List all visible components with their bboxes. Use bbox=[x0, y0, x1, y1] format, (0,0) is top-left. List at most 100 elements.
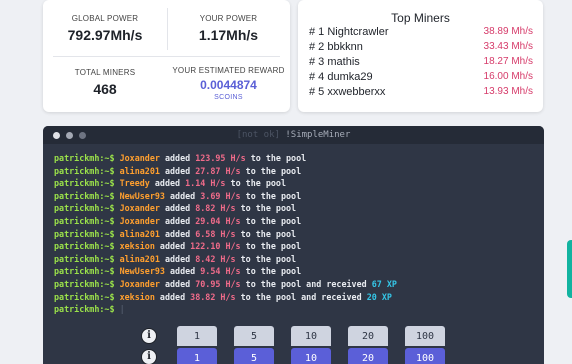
terminal-app-name: !SimpleMiner bbox=[285, 130, 351, 140]
log-text: added bbox=[164, 228, 191, 239]
side-drawer-tab[interactable] bbox=[567, 240, 572, 298]
log-text: to the pool bbox=[240, 253, 297, 264]
power-stats-card: GLOBAL POWER 792.97Mh/s YOUR POWER 1.17M… bbox=[43, 0, 290, 112]
log-line: patrickmh:~$ alina201 added 8.42 H/s to … bbox=[54, 253, 534, 266]
your-power-stat: YOUR POWER 1.17Mh/s bbox=[167, 14, 290, 43]
log-hashrate: 8.82 H/s bbox=[195, 203, 236, 214]
log-hashrate: 3.69 H/s bbox=[200, 190, 241, 201]
top-miner-rank-name: # 4 dumka29 bbox=[309, 71, 373, 83]
amount-button-top[interactable]: 10 bbox=[291, 326, 331, 346]
log-prompt: patrickmh:~$ bbox=[54, 190, 115, 201]
log-line: patrickmh:~$ Joxander added 29.04 H/s to… bbox=[54, 215, 534, 228]
log-username: alina201 bbox=[119, 228, 160, 239]
top-miner-hashrate: 33.43 Mh/s bbox=[483, 41, 533, 52]
top-miners-card: Top Miners # 1 Nightcrawler 38.89 Mh/s #… bbox=[298, 0, 543, 112]
log-text: added bbox=[164, 203, 191, 214]
total-miners-value: 468 bbox=[93, 81, 117, 97]
log-username: NewUser93 bbox=[119, 266, 165, 277]
top-miner-rank-name: # 1 Nightcrawler bbox=[309, 26, 389, 38]
info-icon[interactable]: i bbox=[141, 349, 157, 364]
stats-divider-horizontal bbox=[53, 56, 280, 57]
log-xp: 20 XP bbox=[366, 291, 392, 302]
log-text: to the pool bbox=[245, 266, 302, 277]
amount-button-bottom[interactable]: 10 bbox=[291, 348, 331, 364]
log-prompt: patrickmh:~$ bbox=[54, 266, 115, 277]
log-prompt: patrickmh:~$ bbox=[54, 304, 115, 315]
log-prompt: patrickmh:~$ bbox=[54, 203, 115, 214]
amount-button-top[interactable]: 5 bbox=[234, 326, 274, 346]
log-prompt: patrickmh:~$ bbox=[54, 253, 115, 264]
info-icon[interactable]: i bbox=[141, 328, 157, 344]
log-line: patrickmh:~$ Joxander added 8.82 H/s to … bbox=[54, 202, 534, 215]
log-text: added bbox=[164, 278, 191, 289]
log-hashrate: 9.54 H/s bbox=[200, 266, 241, 277]
log-username: xeksion bbox=[119, 291, 155, 302]
log-hashrate: 122.10 H/s bbox=[190, 241, 241, 252]
top-miner-row: # 2 bbkknn 33.43 Mh/s bbox=[309, 41, 533, 54]
total-miners-label: TOTAL MINERS bbox=[74, 68, 136, 77]
log-text: added bbox=[154, 178, 181, 189]
estimated-reward-label: YOUR ESTIMATED REWARD bbox=[172, 66, 285, 75]
log-text: to the pool bbox=[245, 190, 302, 201]
log-prompt: patrickmh:~$ bbox=[54, 178, 115, 189]
log-text: added bbox=[164, 153, 191, 163]
log-line: patrickmh:~$ Joxander added 70.95 H/s to… bbox=[54, 278, 534, 291]
your-power-value: 1.17Mh/s bbox=[198, 27, 259, 43]
amount-button-bottom[interactable]: 20 bbox=[348, 348, 388, 364]
log-line: patrickmh:~$ Treedy added 1.14 H/s to th… bbox=[54, 177, 534, 190]
log-hashrate: 1.14 H/s bbox=[185, 178, 226, 189]
terminal-log: patrickmh:~$ Joxander added 123.95 H/s t… bbox=[54, 152, 534, 316]
log-text: added bbox=[164, 165, 191, 176]
log-username: Joxander bbox=[119, 203, 160, 214]
estimated-reward-value: 0.0044874 bbox=[200, 78, 257, 92]
log-hashrate: 123.95 H/s bbox=[195, 153, 246, 163]
top-miner-hashrate: 18.27 Mh/s bbox=[483, 56, 533, 67]
top-miner-rank-name: # 3 mathis bbox=[309, 56, 360, 68]
log-prompt: patrickmh:~$ bbox=[54, 241, 115, 252]
log-text: to the pool bbox=[250, 153, 307, 163]
log-hashrate: 6.58 H/s bbox=[195, 228, 236, 239]
global-power-label: GLOBAL POWER bbox=[71, 14, 139, 23]
log-hashrate: 38.82 H/s bbox=[190, 291, 236, 302]
log-username: xeksion bbox=[119, 241, 155, 252]
log-prompt: patrickmh:~$ bbox=[54, 228, 115, 239]
global-power-stat: GLOBAL POWER 792.97Mh/s bbox=[43, 14, 167, 43]
log-text: added bbox=[159, 291, 186, 302]
terminal-titlebar: [not ok] !SimpleMiner bbox=[43, 126, 544, 144]
amount-button-bottom[interactable]: 5 bbox=[234, 348, 274, 364]
log-text: to the pool bbox=[230, 178, 286, 189]
log-text: added bbox=[159, 241, 186, 252]
log-hashrate: 8.42 H/s bbox=[195, 253, 236, 264]
top-miner-row: # 3 mathis 18.27 Mh/s bbox=[309, 56, 533, 69]
log-line: patrickmh:~$ xeksion added 122.10 H/s to… bbox=[54, 240, 534, 253]
log-line: patrickmh:~$ alina201 added 6.58 H/s to … bbox=[54, 228, 534, 241]
log-hashrate: 70.95 H/s bbox=[195, 278, 241, 289]
log-text: to the pool bbox=[240, 228, 297, 239]
top-miner-rank-name: # 5 xxwebberxx bbox=[309, 86, 386, 98]
total-miners-stat: TOTAL MINERS 468 bbox=[43, 68, 167, 97]
log-text: to the pool bbox=[245, 165, 302, 176]
terminal-controls: i i 1 5 10 20 100 1 5 10 20 100 bbox=[43, 324, 544, 364]
your-power-label: YOUR POWER bbox=[199, 14, 258, 23]
top-miner-hashrate: 13.93 Mh/s bbox=[483, 86, 533, 97]
log-prompt: patrickmh:~$ bbox=[54, 291, 115, 302]
terminal-status: [not ok] bbox=[236, 130, 280, 140]
log-input-line[interactable]: patrickmh:~$ | bbox=[54, 303, 534, 316]
log-line: patrickmh:~$ xeksion added 38.82 H/s to … bbox=[54, 291, 534, 304]
amount-button-top[interactable]: 1 bbox=[177, 326, 217, 346]
log-text: added bbox=[170, 266, 196, 277]
log-hashrate: 27.87 H/s bbox=[195, 165, 241, 176]
amount-button-top[interactable]: 20 bbox=[348, 326, 388, 346]
terminal-title: [not ok] !SimpleMiner bbox=[43, 130, 544, 140]
amount-button-bottom[interactable]: 1 bbox=[177, 348, 217, 364]
log-prompt: patrickmh:~$ bbox=[54, 153, 115, 163]
amount-button-top[interactable]: 100 bbox=[405, 326, 445, 346]
log-text: to the pool bbox=[245, 241, 302, 252]
top-miner-row: # 4 dumka29 16.00 Mh/s bbox=[309, 71, 533, 84]
miner-terminal: [not ok] !SimpleMiner patrickmh:~$ Joxan… bbox=[43, 126, 544, 364]
log-text: to the pool bbox=[240, 291, 297, 302]
log-prompt: patrickmh:~$ bbox=[54, 215, 115, 226]
log-text: to the pool bbox=[245, 215, 302, 226]
cursor-icon: | bbox=[119, 304, 125, 315]
amount-button-bottom[interactable]: 100 bbox=[405, 348, 445, 364]
